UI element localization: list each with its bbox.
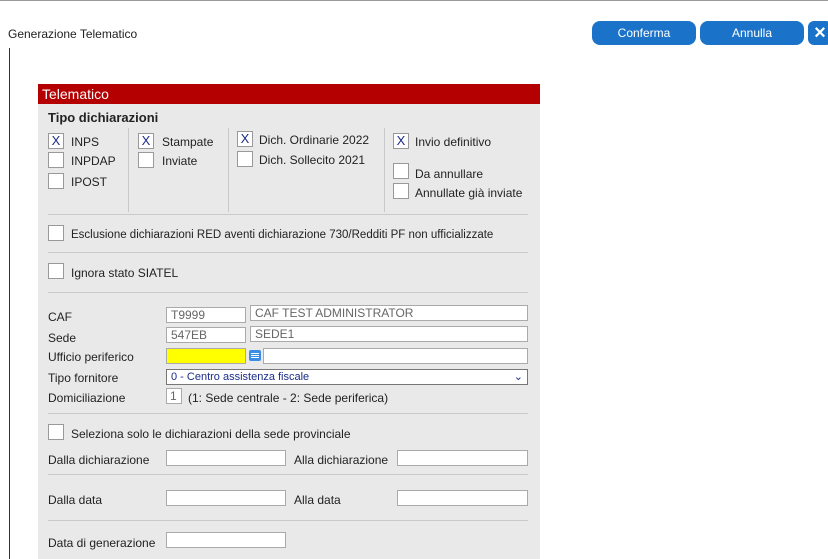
annullate-label: Annullate già inviate [415, 186, 523, 200]
sollecito-label: Dich. Sollecito 2021 [259, 153, 366, 167]
alla-dich-label: Alla dichiarazione [294, 453, 389, 467]
inpdap-label: INPDAP [71, 154, 116, 168]
esclusione-checkbox[interactable] [48, 225, 64, 241]
separator [228, 128, 229, 212]
siatel-label: Ignora stato SIATEL [71, 266, 179, 280]
separator [48, 214, 528, 215]
inps-checkbox[interactable]: X [48, 133, 64, 149]
definitivo-checkbox[interactable]: X [393, 133, 409, 149]
inps-label: INPS [71, 135, 100, 149]
fornitore-select[interactable]: 0 - Centro assistenza fiscale ⌄ [166, 369, 528, 385]
separator [384, 128, 385, 212]
close-icon[interactable]: × [808, 21, 828, 45]
inviate-label: Inviate [162, 154, 198, 168]
dalla-data-field[interactable] [166, 490, 286, 506]
ordinarie-checkbox[interactable]: X [237, 131, 253, 147]
confirm-button[interactable]: Conferma [592, 21, 696, 45]
fornitore-value: 0 - Centro assistenza fiscale [171, 371, 310, 383]
sollecito-checkbox[interactable] [237, 151, 253, 167]
dalla-dich-field[interactable] [166, 450, 286, 466]
separator [48, 520, 528, 521]
dalla-dich-label: Dalla dichiarazione [48, 453, 150, 467]
domic-hint: (1: Sede centrale - 2: Sede periferica) [188, 391, 389, 405]
sede-label: Sede [48, 331, 77, 345]
left-divider [9, 48, 10, 559]
caf-name-field[interactable]: CAF TEST ADMINISTRATOR [250, 305, 528, 321]
list-lookup-icon[interactable] [249, 350, 261, 361]
dalla-data-label: Dalla data [48, 493, 103, 507]
sede-code-field[interactable]: 547EB [166, 327, 246, 343]
ipost-label: IPOST [71, 175, 108, 189]
chevron-down-icon: ⌄ [513, 371, 523, 383]
sede-prov-checkbox[interactable] [48, 424, 64, 440]
section-title: Tipo dichiarazioni [48, 110, 159, 125]
data-gen-field[interactable] [166, 532, 286, 548]
alla-dich-field[interactable] [397, 450, 528, 466]
inpdap-checkbox[interactable] [48, 152, 64, 168]
window-title: Generazione Telematico [8, 27, 138, 41]
ufficio-label: Ufficio periferico [48, 350, 134, 364]
ordinarie-label: Dich. Ordinarie 2022 [259, 133, 370, 147]
fornitore-label: Tipo fornitore [48, 371, 119, 385]
panel-title: Telematico [42, 86, 109, 102]
data-gen-label: Data di generazione [48, 536, 156, 550]
sede-name-field[interactable]: SEDE1 [250, 326, 528, 342]
cancel-button[interactable]: Annulla [700, 21, 804, 45]
ufficio-desc-field[interactable] [263, 348, 528, 364]
alla-data-field[interactable] [397, 490, 528, 506]
separator [128, 128, 129, 212]
ipost-checkbox[interactable] [48, 173, 64, 189]
siatel-checkbox[interactable] [48, 263, 64, 279]
annullare-label: Da annullare [415, 167, 484, 181]
separator [48, 413, 528, 414]
stampate-checkbox[interactable]: X [138, 133, 154, 149]
inviate-checkbox[interactable] [138, 152, 154, 168]
ufficio-field[interactable] [166, 348, 246, 364]
caf-label: CAF [48, 310, 72, 324]
caf-code-field[interactable]: T9999 [166, 307, 246, 323]
separator [48, 474, 528, 475]
stampate-label: Stampate [162, 135, 214, 149]
domic-field[interactable]: 1 [166, 388, 182, 404]
separator [48, 252, 528, 253]
alla-data-label: Alla data [294, 493, 341, 507]
separator [48, 292, 528, 293]
annullate-checkbox[interactable] [393, 183, 409, 199]
sede-prov-label: Seleziona solo le dichiarazioni della se… [71, 427, 351, 441]
esclusione-label: Esclusione dichiarazioni RED aventi dich… [71, 229, 494, 241]
definitivo-label: Invio definitivo [415, 135, 492, 149]
domic-label: Domiciliazione [48, 391, 126, 405]
panel-header: Telematico [38, 84, 540, 104]
annullare-checkbox[interactable] [393, 163, 409, 179]
